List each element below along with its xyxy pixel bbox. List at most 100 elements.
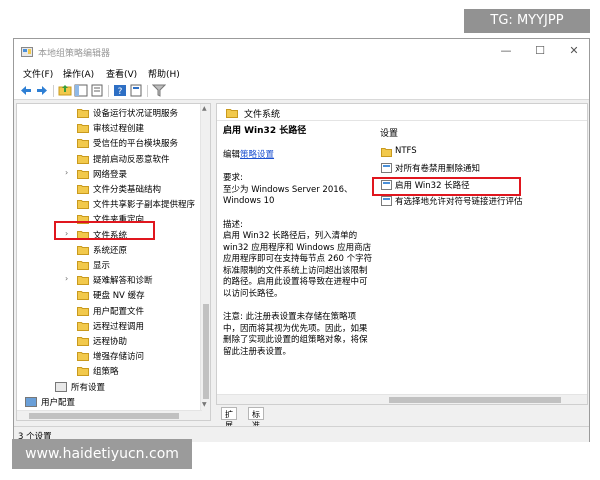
tree-item[interactable]: 文件分类基础结构	[17, 182, 210, 197]
svg-text:?: ?	[118, 87, 123, 97]
folder-icon	[77, 109, 89, 118]
details-header-title: 文件系统	[244, 110, 281, 120]
tree-item-label: 增强存储访问	[93, 352, 145, 363]
show-hide-tree-icon[interactable]	[74, 84, 88, 97]
tree-item-label: 文件共享影子副本提供程序	[93, 200, 196, 211]
settings-list: 设置 NTFS 对所有卷禁用删除通知 启用 Win32 长路径 有选择地允许对符…	[380, 126, 585, 401]
folder-icon	[77, 124, 89, 134]
scroll-up-icon[interactable]: ▲	[202, 105, 207, 112]
forward-arrow-icon[interactable]	[35, 84, 49, 97]
menu-bar: 文件(F) 操作(A) 查看(V) 帮助(H)	[14, 65, 589, 82]
folder-icon	[77, 321, 89, 331]
tree-item-label: 受信任的平台模块服务	[93, 139, 179, 150]
export-list-icon[interactable]	[90, 84, 104, 97]
tree-item[interactable]: › 网络登录	[17, 167, 210, 182]
tab-standard[interactable]: 标准	[248, 407, 264, 430]
folder-icon	[77, 200, 89, 210]
tree-item-label: 提前启动反恶意软件	[93, 154, 170, 165]
tree-scroll-thumb[interactable]	[203, 304, 209, 399]
tree-item[interactable]: 硬盘 NV 缓存	[17, 288, 210, 303]
tree-item[interactable]: 显示	[17, 258, 210, 273]
tree-item[interactable]: 设备运行状况证明服务	[17, 106, 210, 121]
scroll-down-icon[interactable]: ▼	[202, 401, 207, 408]
tree-item[interactable]: › 疑难解答和诊断	[17, 273, 210, 288]
folder-icon	[77, 139, 89, 149]
policy-setting-icon	[381, 163, 392, 173]
list-item[interactable]: 有选择地允许对符号链接进行评估	[380, 194, 585, 208]
help-icon[interactable]: ?	[113, 84, 127, 97]
tree-item[interactable]: 系统还原	[17, 243, 210, 258]
setting-highlight-box	[372, 177, 521, 196]
title-bar[interactable]: 本地组策略编辑器 — ☐ ✕	[14, 39, 589, 65]
user-config-icon	[25, 396, 37, 407]
details-hscroll-thumb[interactable]	[389, 397, 561, 403]
setting-label: NTFS	[395, 146, 417, 156]
tree-item[interactable]: 提前启动反恶意软件	[17, 152, 210, 167]
edit-prefix: 编辑	[223, 149, 241, 160]
tree-item[interactable]: 所有设置	[17, 380, 210, 395]
tree-hscroll-thumb[interactable]	[29, 413, 179, 419]
note-text: 注意: 此注册表设置未存储在策略项中，因而将其视为优先项。因此，如果删除了实现此…	[223, 312, 368, 357]
screenshot-root: 本地组策略编辑器 — ☐ ✕ 文件(F) 操作(A) 查看(V) 帮助(H) ?…	[0, 0, 600, 480]
tree-item-label: 硬盘 NV 缓存	[93, 291, 145, 302]
back-arrow-icon[interactable]	[19, 84, 33, 97]
tree-item-label: 网络登录	[93, 169, 128, 180]
list-item[interactable]: NTFS	[380, 145, 585, 159]
folder-icon	[77, 261, 89, 270]
menu-file[interactable]: 文件(F)	[23, 67, 53, 80]
properties-icon[interactable]	[129, 84, 143, 97]
details-horizontal-scrollbar[interactable]	[217, 394, 587, 404]
close-button[interactable]: ✕	[562, 43, 586, 59]
setting-label: 有选择地允许对符号链接进行评估	[395, 197, 523, 207]
tree-item-label: 文件分类基础结构	[93, 185, 162, 195]
folder-icon	[77, 337, 89, 346]
maximize-button[interactable]: ☐	[528, 43, 552, 59]
description-text: 启用 Win32 长路径后，列入清单的 win32 应用程序和 Windows …	[223, 231, 373, 299]
tree-horizontal-scrollbar[interactable]	[17, 410, 202, 420]
tree-item-label: 远程协助	[93, 337, 128, 347]
tree-item[interactable]: 组策略	[17, 364, 210, 379]
list-item[interactable]: 对所有卷禁用删除通知	[380, 161, 585, 175]
minimize-button[interactable]: —	[494, 43, 518, 59]
folder-icon	[77, 276, 89, 286]
tree-item[interactable]: 审核过程创建	[17, 121, 210, 136]
tree-item-label: 设备运行状况证明服务	[93, 109, 179, 119]
tree-item-label: 疑难解答和诊断	[93, 276, 153, 287]
tab-extended[interactable]: 扩展	[221, 407, 237, 430]
tree-item[interactable]: 远程协助	[17, 334, 210, 349]
all-settings-icon	[55, 381, 67, 392]
toolbar-separator	[108, 85, 109, 97]
menu-view[interactable]: 查看(V)	[106, 67, 137, 80]
tree-item[interactable]: 文件共享影子副本提供程序	[17, 197, 210, 212]
policy-title: 启用 Win32 长路径	[223, 126, 307, 136]
filter-icon[interactable]	[152, 84, 166, 97]
watermark-top: TG: MYYJPP	[464, 9, 590, 33]
folder-icon	[77, 245, 89, 255]
menu-action[interactable]: 操作(A)	[63, 67, 94, 80]
setting-label: 对所有卷禁用删除通知	[395, 164, 481, 174]
policy-tree: 设备运行状况证明服务审核过程创建受信任的平台模块服务 提前启动反恶意软件 › 网络登录…	[16, 103, 211, 421]
tree-item[interactable]: 受信任的平台模块服务	[17, 136, 210, 151]
up-folder-icon[interactable]	[58, 84, 72, 97]
folder-icon	[77, 185, 89, 194]
tree-item[interactable]: 增强存储访问	[17, 349, 210, 364]
folder-icon	[77, 306, 89, 316]
tree-vertical-scrollbar[interactable]: ▲ ▼	[200, 104, 210, 420]
requirements-text: 至少为 Windows Server 2016、Windows 10	[223, 184, 353, 207]
tree-item[interactable]: 用户配置文件	[17, 304, 210, 319]
gpedit-app-icon	[21, 47, 33, 57]
expand-chevron-icon[interactable]: ›	[65, 274, 68, 283]
edit-policy-link[interactable]: 策略设置	[240, 150, 274, 160]
tree-item-label: 用户配置文件	[93, 306, 145, 317]
tree-item[interactable]: ›用户配置	[17, 395, 210, 410]
folder-icon	[381, 148, 392, 157]
tree-item-label: 用户配置	[41, 397, 76, 408]
tree-item-label: 组策略	[93, 367, 119, 378]
menu-help[interactable]: 帮助(H)	[148, 67, 180, 80]
policy-description: 启用 Win32 长路径 编辑策略设置 要求: 至少为 Windows Serv…	[223, 126, 373, 401]
tree-item[interactable]: 远程过程调用	[17, 319, 210, 334]
settings-column-header[interactable]: 设置	[380, 126, 398, 139]
tree-item-label: 显示	[93, 261, 111, 271]
tree-item-label: 远程过程调用	[93, 321, 145, 332]
expand-chevron-icon[interactable]: ›	[65, 168, 68, 177]
